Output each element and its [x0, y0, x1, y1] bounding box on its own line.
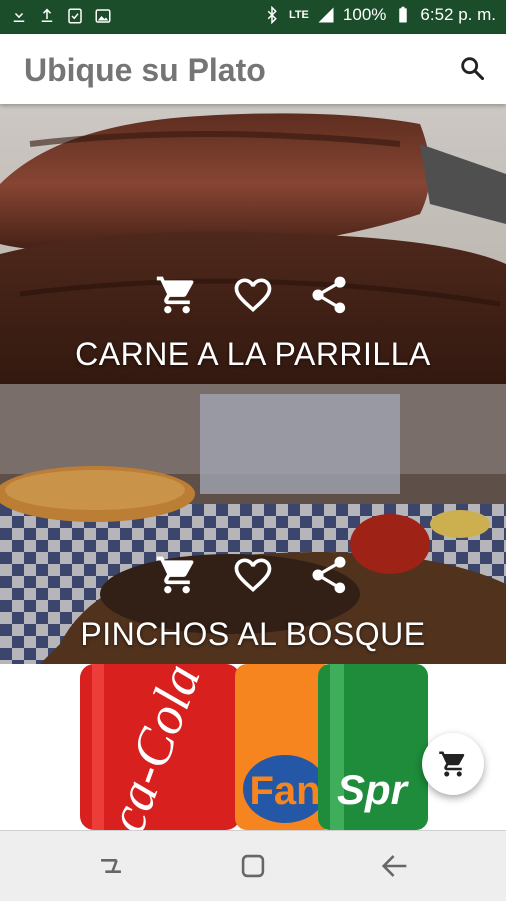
- share-icon: [312, 276, 346, 314]
- back-icon[interactable]: [378, 849, 412, 883]
- share-button[interactable]: [306, 272, 352, 318]
- signal-icon: [318, 7, 334, 23]
- status-bar: LTE 100% 6:52 p. m.: [0, 0, 506, 34]
- image-icon: [95, 9, 111, 23]
- network-type: LTE: [288, 9, 309, 21]
- dish-card[interactable]: PINCHOS AL BOSQUE: [0, 384, 506, 664]
- favorite-button[interactable]: [230, 552, 276, 598]
- app-bar: Ubique su Plato: [0, 34, 506, 104]
- shopping-cart-icon: [439, 751, 465, 777]
- checklist-icon: [68, 8, 82, 24]
- share-icon: [312, 556, 346, 594]
- dish-actions: [0, 272, 506, 318]
- dish-card[interactable]: CARNE A LA PARRILLA: [0, 104, 506, 384]
- svg-text:Fan: Fan: [249, 769, 320, 813]
- share-button[interactable]: [306, 552, 352, 598]
- search-icon[interactable]: [458, 54, 486, 82]
- home-icon[interactable]: [236, 849, 270, 883]
- download-icon: [13, 8, 25, 22]
- battery-icon: [399, 6, 408, 23]
- add-to-cart-button[interactable]: [154, 552, 200, 598]
- recent-apps-icon[interactable]: [94, 849, 128, 883]
- bluetooth-icon: [267, 6, 277, 24]
- add-to-cart-button[interactable]: [154, 272, 200, 318]
- heart-icon: [234, 278, 272, 313]
- clock: 6:52 p. m.: [420, 5, 496, 24]
- favorite-button[interactable]: [230, 272, 276, 318]
- heart-icon: [234, 558, 272, 593]
- app-title: Ubique su Plato: [24, 52, 266, 88]
- system-nav-bar: [0, 830, 506, 901]
- cart-fab[interactable]: [422, 733, 484, 795]
- dish-name: PINCHOS AL BOSQUE: [80, 616, 426, 652]
- shopping-cart-icon: [156, 556, 194, 594]
- upload-icon: [41, 8, 53, 22]
- dish-actions: [0, 552, 506, 598]
- dish-name: CARNE A LA PARRILLA: [75, 336, 431, 372]
- battery-percent: 100%: [342, 5, 387, 24]
- shopping-cart-icon: [156, 276, 194, 314]
- svg-text:Spr: Spr: [337, 766, 410, 813]
